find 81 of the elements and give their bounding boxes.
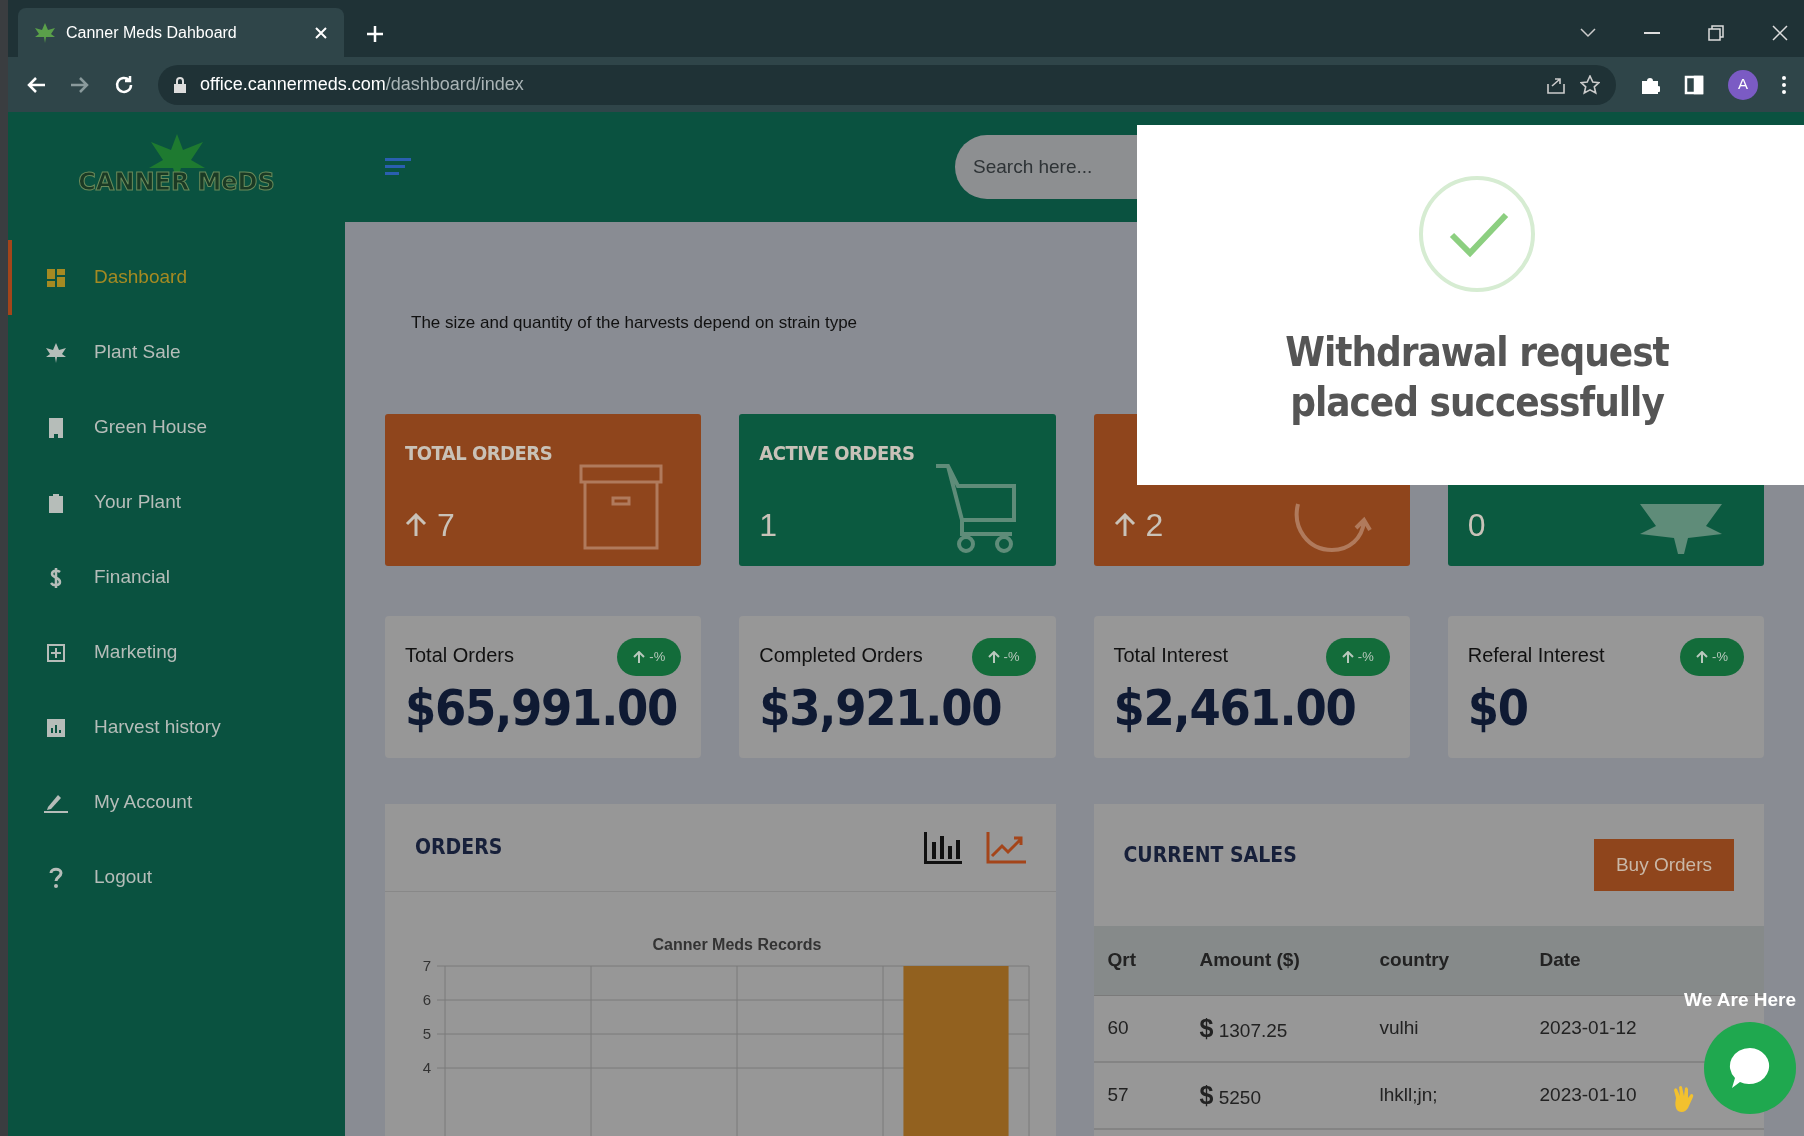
reload-icon[interactable] [114, 74, 134, 95]
table-cell: 57 [1107, 1084, 1129, 1106]
leaf-icon [45, 342, 67, 363]
clipboard-icon [48, 492, 64, 513]
stat-label: Referal Interest [1467, 643, 1605, 668]
lock-icon [174, 76, 186, 93]
card-value: 7 [437, 506, 455, 545]
table-cell: 2023-01-12 [1539, 1017, 1637, 1039]
bar-chart-icon[interactable] [923, 831, 962, 864]
stat-amount: $2,461.00 [1113, 678, 1356, 738]
sidebar-item[interactable]: My Account [8, 765, 345, 840]
stat-amount: $3,921.00 [759, 678, 1002, 738]
axis-tick-label: 6 [422, 991, 431, 1008]
forward-arrow-icon[interactable] [70, 75, 90, 94]
pencil-icon [44, 792, 68, 813]
trend-badge: -% [1680, 638, 1744, 676]
speech-bubble-icon [1728, 1046, 1772, 1090]
plus-box-icon [47, 643, 65, 662]
share-icon[interactable] [1546, 75, 1566, 94]
chart-title: Canner Meds Records [652, 936, 822, 953]
card-value: 0 [1467, 506, 1486, 545]
cart-icon [933, 462, 1018, 554]
card-value: 2 [1145, 506, 1164, 545]
restore-icon[interactable] [1708, 25, 1724, 41]
sidebar-item[interactable]: Harvest history [8, 690, 345, 765]
intro-text: The size and quantity of the harvests depend on strain type [411, 312, 858, 334]
dollar-icon [49, 566, 63, 589]
stat-label: Total Orders [405, 643, 514, 668]
sidebar-item[interactable]: Marketing [8, 615, 345, 690]
address-bar[interactable]: office.cannermeds.com/dashboard/index [158, 64, 1616, 105]
stat-label: Total Interest [1113, 643, 1228, 668]
sidebar-item[interactable]: Your Plant [8, 465, 345, 540]
sidebar-item[interactable]: Logout [8, 840, 345, 915]
stat-amount: $65,991.00 [405, 678, 678, 738]
axis-tick-label: 5 [422, 1025, 431, 1042]
logo-text: MeDS [197, 167, 275, 198]
dashboard-icon [47, 268, 65, 287]
question-icon [49, 866, 63, 889]
sidebar-item[interactable]: Green House [8, 390, 345, 465]
trend-badge: -% [1325, 638, 1390, 676]
table-cell: $ 5250 [1199, 1086, 1261, 1108]
menu-icon[interactable] [1782, 75, 1786, 94]
sidebar-item[interactable]: Plant Sale [8, 315, 345, 390]
panel-title: CURRENT SALES [1123, 842, 1298, 870]
panel-title: ORDERS [415, 833, 504, 861]
card-value: 1 [759, 506, 778, 545]
card-title: TOTAL ORDERS [405, 441, 553, 465]
stat-label: Completed Orders [759, 643, 923, 668]
leaf-icon [34, 22, 56, 43]
new-tab-icon[interactable] [366, 25, 384, 43]
column-header: Amount ($) [1199, 949, 1300, 971]
axis-tick-label: 7 [422, 957, 431, 974]
logo-text: CANNER [78, 167, 190, 198]
card-title: ACTIVE ORDERS [759, 441, 915, 465]
chat-widget-label: We Are Here [1684, 987, 1796, 1012]
table-cell: $ 1307.25 [1199, 1019, 1288, 1041]
column-header: Qrt [1107, 949, 1136, 971]
side-panel-icon[interactable] [1684, 74, 1704, 95]
bar-chart-icon [47, 718, 65, 737]
close-icon[interactable] [1772, 25, 1788, 41]
back-arrow-icon[interactable] [26, 75, 46, 94]
buy-orders-button[interactable]: Buy Orders [1593, 839, 1734, 891]
column-header: country [1379, 949, 1450, 971]
stat-amount: $0 [1467, 678, 1528, 738]
column-header: Date [1539, 949, 1581, 971]
chevron-down-icon[interactable] [1580, 28, 1596, 38]
dialog-message: Withdrawal request placed successfully [1284, 328, 1670, 427]
table-cell: 2023-01-10 [1539, 1084, 1637, 1106]
star-icon[interactable] [1580, 74, 1600, 95]
building-icon [48, 417, 64, 438]
axis-tick-label: 4 [422, 1059, 431, 1076]
browser-tab[interactable]: Canner Meds Dahboard [18, 8, 344, 57]
sidebar-item[interactable]: Financial [8, 540, 345, 615]
table-cell: lhkll;jn; [1379, 1084, 1438, 1106]
trend-badge: -% [971, 638, 1036, 676]
table-cell: 60 [1107, 1017, 1129, 1039]
trend-badge: -% [617, 638, 682, 676]
check-circle-icon [1418, 175, 1536, 293]
profile-avatar[interactable]: A [1728, 69, 1758, 100]
table-cell: vulhi [1379, 1017, 1419, 1039]
url-text: office.cannermeds.com/dashboard/index [200, 73, 525, 96]
